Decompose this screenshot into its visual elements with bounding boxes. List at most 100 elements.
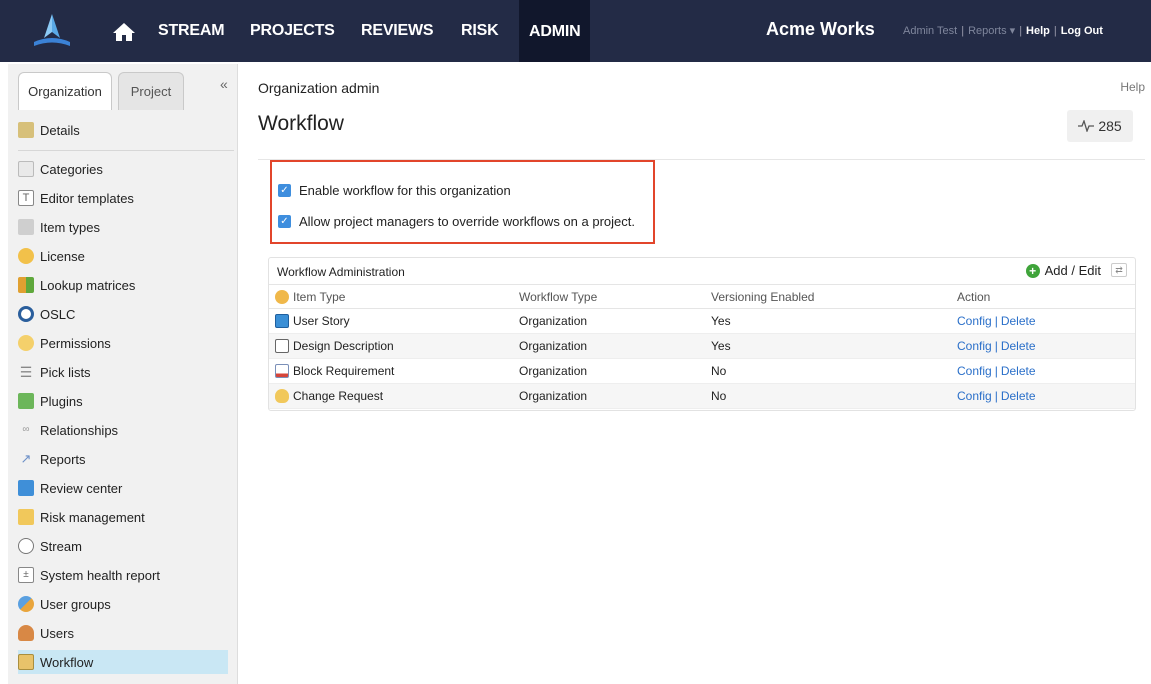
nav-stream[interactable]: STREAM (158, 22, 225, 40)
sidebar-item-label: Editor templates (40, 190, 134, 206)
enable-workflow-checkbox[interactable]: ✓ Enable workflow for this organization (278, 183, 511, 198)
sidebar-item-users[interactable]: Users (18, 621, 228, 645)
config-link[interactable]: Config (957, 339, 992, 353)
sidebar-item-details[interactable]: Details (18, 118, 228, 142)
settings-highlight-box (270, 160, 655, 244)
sidebar-item-lookup-matrices[interactable]: Lookup matrices (18, 273, 228, 297)
reports-menu[interactable]: Reports (968, 25, 1007, 37)
workflow-type-cell: Organization (519, 308, 711, 334)
action-cell: Config | Delete (957, 333, 1135, 359)
sidebar-item-oslc[interactable]: OSLC (18, 302, 228, 326)
item-type-cell: Block Requirement (293, 358, 519, 384)
sidebar-item-label: Item types (40, 219, 100, 235)
checkbox-label: Enable workflow for this organization (299, 183, 511, 198)
nav-admin[interactable]: ADMIN (519, 0, 591, 62)
sidebar-item-label: Permissions (40, 335, 111, 351)
activity-pulse-icon (1078, 120, 1095, 132)
sidebar-item-plugins[interactable]: Plugins (18, 389, 228, 413)
sidebar-item-label: License (40, 248, 85, 264)
app-logo[interactable] (30, 12, 74, 50)
sidebar-item-editor-templates[interactable]: T Editor templates (18, 186, 228, 210)
sidebar-item-system-health-report[interactable]: ± System health report (18, 563, 228, 587)
home-icon[interactable] (112, 22, 136, 42)
column-header-versioning[interactable]: Versioning Enabled (711, 284, 957, 309)
sidebar-item-pick-lists[interactable]: ☰ Pick lists (18, 360, 228, 384)
sidebar-item-reports[interactable]: ↗ Reports (18, 447, 228, 471)
add-icon: + (1025, 263, 1040, 278)
item-type-cell: Design Description (293, 333, 519, 359)
delete-link[interactable]: Delete (1001, 339, 1036, 353)
user-icon (18, 625, 34, 641)
nav-risk[interactable]: RISK (461, 22, 499, 40)
sidebar-item-license[interactable]: License (18, 244, 228, 268)
add-edit-label: Add / Edit (1044, 263, 1101, 278)
nav-projects[interactable]: PROJECTS (250, 22, 335, 40)
config-link[interactable]: Config (957, 389, 992, 403)
page-help-link[interactable]: Help (1120, 80, 1145, 94)
activity-counter-button[interactable]: 285 (1067, 110, 1133, 142)
column-header-workflow-type[interactable]: Workflow Type (519, 284, 711, 309)
sidebar-item-risk-management[interactable]: Risk management (18, 505, 228, 529)
action-cell: Config | Delete (957, 308, 1135, 334)
panel-title: Workflow Administration (277, 265, 405, 279)
workflow-table: Item Type Workflow Type Versioning Enabl… (269, 284, 1135, 409)
table-row: Change Request Organization No Config | De… (269, 383, 1135, 409)
sidebar-item-label: User groups (40, 596, 111, 612)
sidebar-item-label: Risk management (40, 509, 145, 525)
sidebar-item-user-groups[interactable]: User groups (18, 592, 228, 616)
item-type-cell: User Story (293, 308, 519, 334)
user-menu[interactable]: Admin Test (903, 25, 957, 37)
permissions-icon (18, 335, 34, 351)
versioning-cell: No (711, 383, 957, 409)
top-navigation-bar: STREAM PROJECTS REVIEWS RISK ADMIN Acme … (0, 0, 1151, 62)
table-row: Block Requirement Organization No Config… (269, 358, 1135, 384)
checkbox-checked-icon: ✓ (278, 184, 291, 197)
delete-link[interactable]: Delete (1001, 364, 1036, 378)
sidebar-item-permissions[interactable]: Permissions (18, 331, 228, 355)
tab-organization[interactable]: Organization (18, 72, 112, 110)
tab-project[interactable]: Project (118, 72, 184, 110)
add-edit-button[interactable]: + Add / Edit (1025, 263, 1101, 278)
sidebar-item-workflow[interactable]: Workflow (18, 650, 228, 674)
risk-icon (18, 509, 34, 525)
config-link[interactable]: Config (957, 314, 992, 328)
logout-link[interactable]: Log Out (1061, 25, 1103, 37)
folder-icon (275, 339, 289, 354)
sidebar-item-item-types[interactable]: Item types (18, 215, 228, 239)
building-icon (18, 122, 34, 138)
action-cell: Config | Delete (957, 383, 1135, 409)
checkbox-checked-icon: ✓ (278, 215, 291, 228)
sidebar-item-categories[interactable]: Categories (18, 157, 228, 181)
delete-link[interactable]: Delete (1001, 389, 1036, 403)
help-link[interactable]: Help (1026, 25, 1050, 37)
column-header-item-type[interactable]: Item Type (293, 284, 519, 309)
sidebar-item-label: Categories (40, 161, 103, 177)
sidebar-item-label: Workflow (40, 654, 94, 670)
collapse-sidebar-icon[interactable]: « (220, 76, 228, 92)
sidebar-item-label: Lookup matrices (40, 277, 136, 293)
allow-override-checkbox[interactable]: ✓ Allow project managers to override wor… (278, 214, 635, 229)
user-story-icon (275, 314, 289, 329)
delete-link[interactable]: Delete (1001, 314, 1036, 328)
chevron-down-icon[interactable]: ▾ (1007, 25, 1016, 37)
config-link[interactable]: Config (957, 364, 992, 378)
workflow-type-cell: Organization (519, 358, 711, 384)
table-row: User Story Organization Yes Config | Delet… (269, 308, 1135, 334)
versioning-cell: No (711, 358, 957, 384)
link-icon: ∞ (22, 424, 30, 435)
workflow-type-cell: Organization (519, 333, 711, 359)
sidebar-item-label: Plugins (40, 393, 83, 409)
nav-reviews[interactable]: REVIEWS (361, 22, 434, 40)
sidebar-item-label: Reports (40, 451, 86, 467)
main-content: Organization admin Help Workflow 285 ✓ E… (248, 64, 1151, 684)
sidebar-item-label: Relationships (40, 422, 119, 438)
sidebar-item-stream[interactable]: Stream (18, 534, 228, 558)
sidebar-item-relationships[interactable]: ∞ Relationships (18, 418, 228, 442)
list-icon: ☰ (19, 364, 33, 380)
chat-icon (18, 538, 34, 554)
panel-settings-icon[interactable]: ⇄ (1111, 263, 1127, 277)
puzzle-icon (18, 393, 34, 409)
activity-count: 285 (1098, 118, 1122, 134)
sidebar-item-review-center[interactable]: Review center (18, 476, 228, 500)
item-type-header-icon (269, 284, 293, 309)
